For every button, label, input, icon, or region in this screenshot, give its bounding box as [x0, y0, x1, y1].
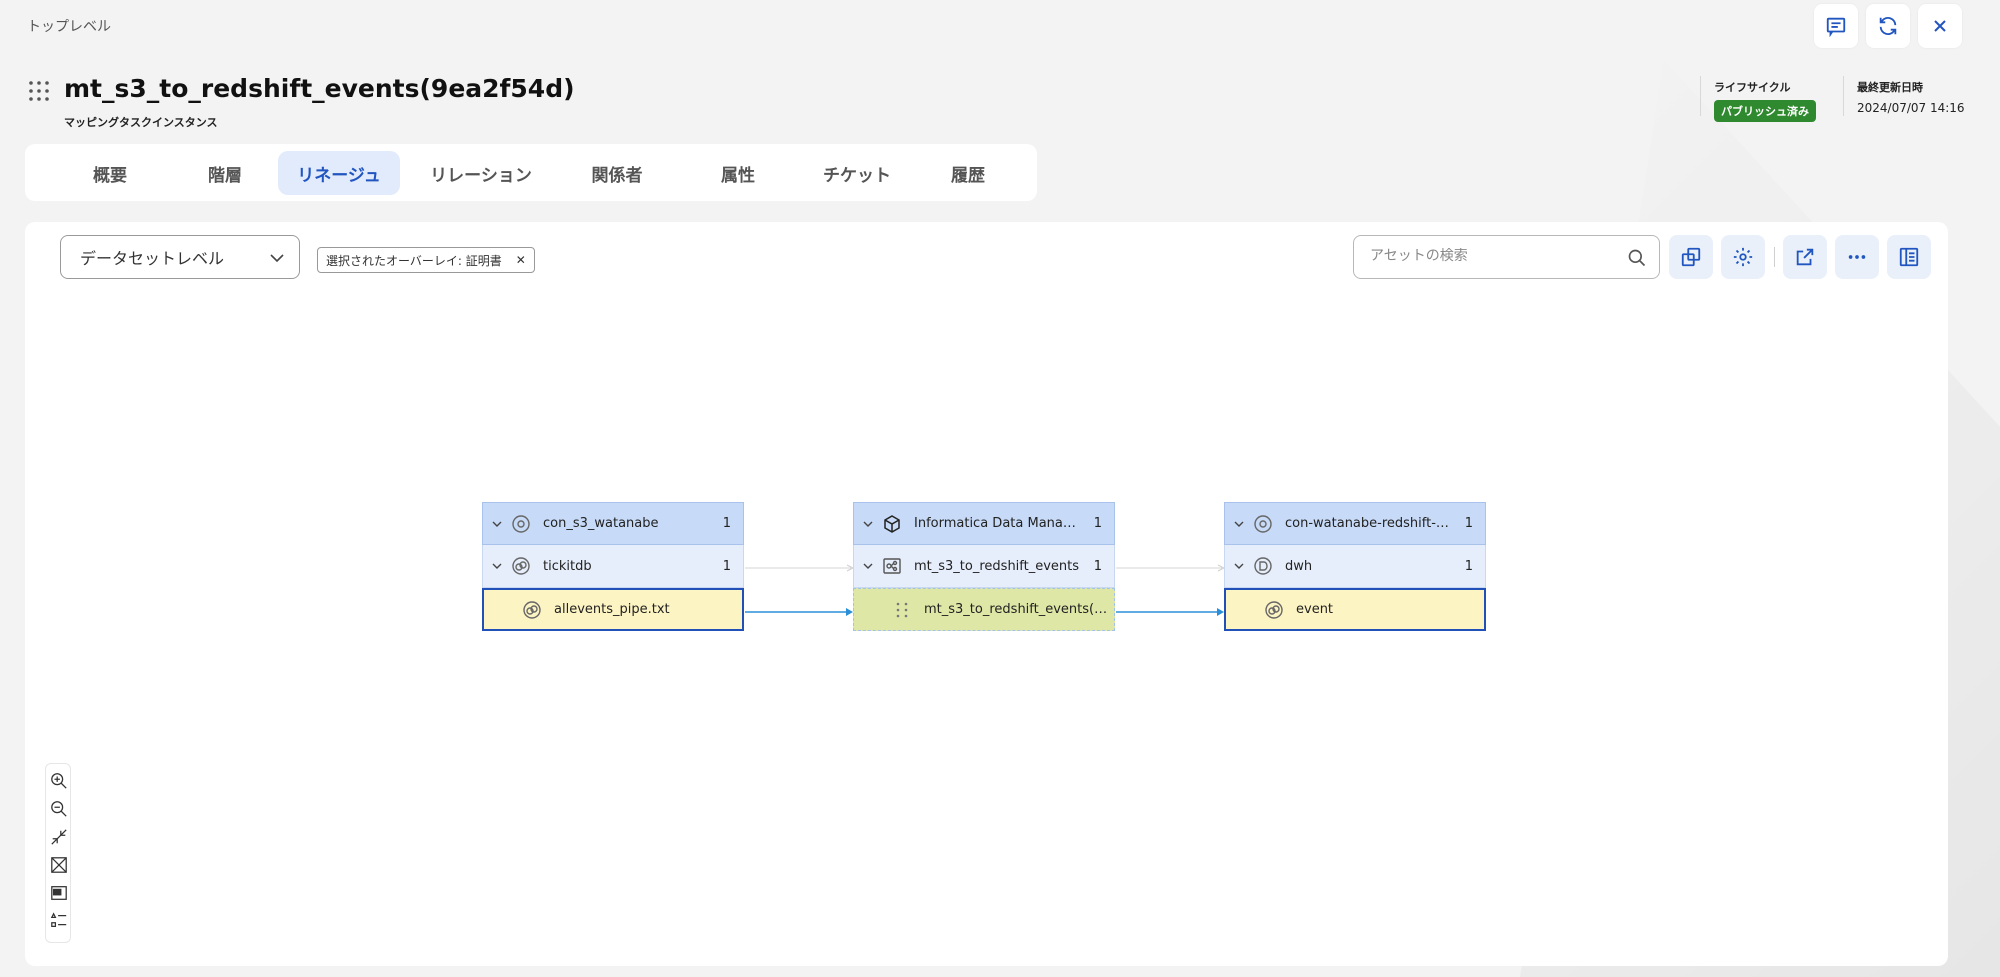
node-header-label: con_s3_watanabe: [543, 516, 659, 531]
node-leaf-label: mt_s3_to_redshift_events(9...: [924, 602, 1114, 617]
mapping-icon: [882, 556, 902, 576]
node-leaf-label: event: [1296, 602, 1334, 617]
more-button[interactable]: [1835, 235, 1879, 279]
file-icon: [522, 600, 542, 620]
node-count: 1: [1464, 558, 1473, 574]
connection-icon: [511, 514, 531, 534]
node-leaf[interactable]: allevents_pipe.txt: [482, 588, 744, 631]
node-count: 1: [1464, 516, 1473, 531]
node-count: 1: [722, 516, 731, 531]
chevron-down-icon[interactable]: [483, 560, 511, 572]
lineage-node-process: Informatica Data Managem... 1 mt_s3_to_r…: [853, 502, 1115, 631]
chevron-down-icon[interactable]: [1225, 518, 1253, 530]
node-count: 1: [1093, 516, 1102, 531]
lineage-node-target: con-watanabe-redshift-serve... 1 dwh 1 e…: [1224, 502, 1486, 631]
chevron-down-icon[interactable]: [1225, 560, 1253, 572]
table-icon: [1264, 600, 1284, 620]
node-group[interactable]: tickitdb 1: [482, 545, 744, 588]
overlay-chip-label: 選択されたオーバーレイ: 証明書: [326, 253, 502, 268]
lineage-node-source: con_s3_watanabe 1 tickitdb 1 allevents_p…: [482, 502, 744, 631]
node-count: 1: [1093, 558, 1102, 574]
search-input[interactable]: [1370, 248, 1620, 264]
copy-icon: [1681, 247, 1701, 267]
level-select-value: データセットレベル: [80, 249, 225, 268]
zoom-controls: [45, 763, 71, 943]
chevron-down-icon: [270, 254, 284, 263]
settings-icon: [1733, 247, 1753, 267]
copy-button[interactable]: [1669, 235, 1713, 279]
legend-icon[interactable]: [50, 912, 68, 930]
node-leaf-label: allevents_pipe.txt: [554, 602, 670, 617]
node-count: 1: [722, 558, 731, 574]
chevron-down-icon[interactable]: [483, 518, 511, 530]
open-external-icon: [1796, 248, 1814, 266]
zoom-out-icon[interactable]: [50, 800, 68, 818]
chip-close-icon[interactable]: ✕: [516, 253, 526, 267]
search-icon[interactable]: [1627, 248, 1647, 268]
drag-handle-icon: [892, 600, 912, 620]
cube-icon: [882, 514, 902, 534]
schema-icon: [1253, 556, 1273, 576]
chevron-down-icon[interactable]: [854, 518, 882, 530]
level-select[interactable]: データセットレベル: [60, 235, 300, 279]
settings-button[interactable]: [1721, 235, 1765, 279]
leaf-edge-arrow: [1217, 608, 1224, 616]
node-header[interactable]: con-watanabe-redshift-serve... 1: [1224, 502, 1486, 545]
node-group[interactable]: mt_s3_to_redshift_events 1: [853, 545, 1115, 588]
database-icon: [511, 556, 531, 576]
asset-search[interactable]: [1353, 235, 1660, 279]
minimap-icon[interactable]: [50, 884, 68, 902]
panel-toggle-button[interactable]: [1887, 235, 1931, 279]
panel-icon: [1899, 247, 1919, 267]
node-group-label: mt_s3_to_redshift_events: [914, 558, 1080, 574]
node-group-label: dwh: [1285, 558, 1313, 574]
node-leaf[interactable]: event: [1224, 588, 1486, 631]
more-icon: [1848, 255, 1866, 259]
collapse-icon[interactable]: [50, 828, 68, 846]
fit-icon[interactable]: [50, 856, 68, 874]
connection-icon: [1253, 514, 1273, 534]
node-group-label: tickitdb: [543, 558, 592, 574]
toolbar-divider: [1774, 247, 1775, 267]
open-external-button[interactable]: [1783, 235, 1827, 279]
node-header[interactable]: Informatica Data Managem... 1: [853, 502, 1115, 545]
leaf-edge-arrow: [846, 608, 853, 616]
node-header-label: Informatica Data Managem...: [914, 516, 1080, 531]
lineage-edges: [745, 564, 1226, 616]
overlay-chip[interactable]: 選択されたオーバーレイ: 証明書 ✕: [317, 247, 535, 273]
chevron-down-icon[interactable]: [854, 560, 882, 572]
node-header-label: con-watanabe-redshift-serve...: [1285, 516, 1451, 531]
zoom-in-icon[interactable]: [50, 772, 68, 790]
node-header[interactable]: con_s3_watanabe 1: [482, 502, 744, 545]
node-group[interactable]: dwh 1: [1224, 545, 1486, 588]
node-leaf[interactable]: mt_s3_to_redshift_events(9...: [853, 588, 1115, 631]
